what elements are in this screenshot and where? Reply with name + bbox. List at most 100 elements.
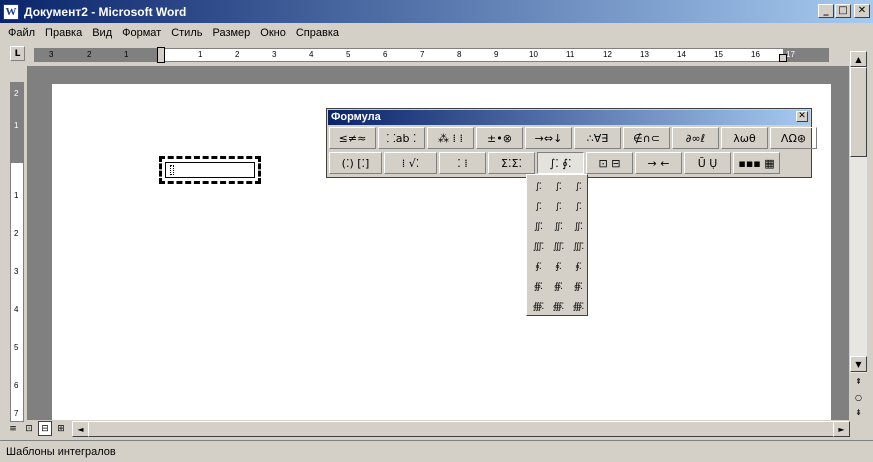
contour-integral-template[interactable]: ∮⁚ [548, 257, 568, 277]
double-integral-template[interactable]: ∬⁚ [548, 217, 568, 237]
arrows-button[interactable]: →⇔↓ [525, 127, 572, 149]
web-view-button[interactable]: ⊡ [22, 421, 36, 436]
menu-file[interactable]: Файл [0, 27, 40, 39]
maximize-button[interactable]: □ [835, 4, 851, 18]
ruler-label: 7 [420, 50, 425, 59]
ruler-label: 16 [751, 50, 760, 59]
right-indent-marker[interactable] [779, 54, 787, 62]
ruler-label: 13 [640, 50, 649, 59]
ruler-label: 1 [198, 50, 203, 59]
double-integral-template[interactable]: ∬⁚ [568, 217, 588, 237]
surface-integral-template[interactable]: ∯⁚ [528, 277, 548, 297]
formula-title-text: Формула [331, 111, 381, 123]
operators-button[interactable]: ±•⊗ [476, 127, 523, 149]
scroll-down-button[interactable]: ▼ [850, 356, 867, 372]
subscript-templates-button[interactable]: ⁚ ⁞ [439, 152, 486, 174]
triple-integral-template[interactable]: ∭⁚ [548, 237, 568, 257]
relations-button[interactable]: ≤≠≈ [329, 127, 376, 149]
integral-template[interactable]: ∫⁚ [568, 177, 588, 197]
surface-integral-template[interactable]: ∯⁚ [568, 277, 588, 297]
integral-template[interactable]: ∫⁚ [528, 197, 548, 217]
ruler-label: 3 [49, 50, 54, 59]
tab-selector-button[interactable]: L [10, 46, 25, 61]
vertical-ruler[interactable]: 2 1 1 2 3 4 5 6 7 [10, 82, 24, 422]
ruler-label: 5 [346, 50, 351, 59]
double-integral-template[interactable]: ∬⁚ [528, 217, 548, 237]
misc-symbols-button[interactable]: ∂∞ℓ [672, 127, 719, 149]
horizontal-ruler[interactable]: 3 2 1 1 2 3 4 5 6 7 8 9 10 11 12 13 14 1… [34, 47, 829, 63]
ruler-label: 4 [309, 50, 314, 59]
logic-button[interactable]: ∴∀∃ [574, 127, 621, 149]
scroll-right-button[interactable]: ► [833, 421, 850, 437]
menu-size[interactable]: Размер [207, 27, 255, 39]
contour-integral-template[interactable]: ∮⁚ [568, 257, 588, 277]
ruler-label: 7 [14, 409, 19, 418]
products-set-theory-templates-button[interactable]: Ū Ụ [684, 152, 731, 174]
greek-uppercase-button[interactable]: ΛΩ⊛ [770, 127, 817, 149]
menu-view[interactable]: Вид [87, 27, 117, 39]
matrix-templates-button[interactable]: ▪▪▪ ▦ [733, 152, 780, 174]
fraction-radical-templates-button[interactable]: ⁞ √⁚ [384, 152, 437, 174]
ruler-label: 2 [14, 89, 19, 98]
ruler-label: 11 [566, 50, 575, 59]
menu-bar: Файл Правка Вид Формат Стиль Размер Окно… [0, 23, 873, 43]
labeled-arrow-templates-button[interactable]: → ← [635, 152, 682, 174]
menu-edit[interactable]: Правка [40, 27, 87, 39]
select-browse-object-button[interactable]: ○ [850, 389, 867, 405]
next-page-button[interactable]: ⇟ [850, 404, 867, 420]
ruler-label: 5 [14, 343, 19, 352]
ruler-label: 17 [786, 50, 795, 59]
status-bar: Шаблоны интегралов [0, 440, 873, 462]
integral-template[interactable]: ∫⁚ [548, 177, 568, 197]
minimize-button[interactable]: _ [818, 4, 834, 18]
ruler-label: 4 [14, 305, 19, 314]
title-bar: W Документ2 - Microsoft Word _ □ ✕ [0, 0, 873, 23]
volume-integral-template[interactable]: ∰⁚ [548, 297, 568, 317]
underbar-overbar-templates-button[interactable]: ⊡ ⊟ [586, 152, 633, 174]
surface-integral-template[interactable]: ∯⁚ [548, 277, 568, 297]
volume-integral-template[interactable]: ∰⁚ [568, 297, 588, 317]
integral-template[interactable]: ∫⁚ [548, 197, 568, 217]
contour-integral-template[interactable]: ∮⁚ [528, 257, 548, 277]
summation-templates-button[interactable]: Σ⁚Σ⁚ [488, 152, 535, 174]
horizontal-scroll-thumb[interactable] [88, 421, 834, 437]
ruler-label: 15 [714, 50, 723, 59]
ruler-label: 9 [494, 50, 499, 59]
formula-close-button[interactable]: ✕ [796, 111, 808, 122]
menu-format[interactable]: Формат [117, 27, 166, 39]
menu-help[interactable]: Справка [291, 27, 344, 39]
vertical-scroll-thumb[interactable] [850, 67, 867, 157]
status-text: Шаблоны интегралов [6, 445, 116, 458]
normal-view-button[interactable]: ≡ [6, 421, 20, 436]
formula-toolbar-title[interactable]: Формула [328, 110, 810, 125]
integral-template[interactable]: ∫⁚ [528, 177, 548, 197]
set-theory-button[interactable]: ∉∩⊂ [623, 127, 670, 149]
ruler-label: 3 [272, 50, 277, 59]
indent-marker[interactable] [157, 47, 165, 63]
word-app-icon[interactable]: W [3, 3, 19, 20]
formula-toolbar[interactable]: Формула ✕ ≤≠≈ ⸬ab ⁚ ⁂ ⁞ ⁞ ±•⊗ →⇔↓ ∴∀∃ ∉∩… [326, 108, 817, 178]
horizontal-scrollbar[interactable]: ◄ ► [72, 421, 850, 437]
prev-page-button[interactable]: ⇞ [850, 373, 867, 389]
integral-templates-button[interactable]: ∫⁚ ∮⁚ [537, 152, 584, 174]
close-button[interactable]: ✕ [854, 4, 870, 18]
scroll-up-button[interactable]: ▲ [850, 51, 867, 67]
integral-template[interactable]: ∫⁚ [568, 197, 588, 217]
triple-integral-template[interactable]: ∭⁚ [568, 237, 588, 257]
volume-integral-template[interactable]: ∰⁚ [528, 297, 548, 317]
triple-integral-template[interactable]: ∭⁚ [528, 237, 548, 257]
integral-templates-palette: ∫⁚ ∫⁚ ∫⁚ ∫⁚ ∫⁚ ∫⁚ ∬⁚ ∬⁚ ∬⁚ ∭⁚ ∭⁚ ∭⁚ ∮⁚ ∮… [526, 174, 588, 316]
scroll-left-button[interactable]: ◄ [72, 421, 89, 437]
embellishments-button[interactable]: ⁂ ⁞ ⁞ [427, 127, 474, 149]
spaces-ellipses-button[interactable]: ⸬ab ⁚ [378, 127, 425, 149]
menu-window[interactable]: Окно [255, 27, 291, 39]
equation-object[interactable] [159, 156, 261, 184]
menu-style[interactable]: Стиль [166, 27, 207, 39]
fence-templates-button[interactable]: (⁚) [⁚] [329, 152, 382, 174]
greek-lowercase-button[interactable]: λωθ [721, 127, 768, 149]
equation-slot[interactable] [170, 165, 174, 175]
outline-view-button[interactable]: ⊞ [54, 421, 68, 436]
print-view-button[interactable]: ⊟ [38, 421, 52, 436]
vertical-scrollbar[interactable]: ▲ ▼ ⇞ ○ ⇟ [850, 51, 867, 420]
equation-input[interactable] [165, 162, 255, 178]
